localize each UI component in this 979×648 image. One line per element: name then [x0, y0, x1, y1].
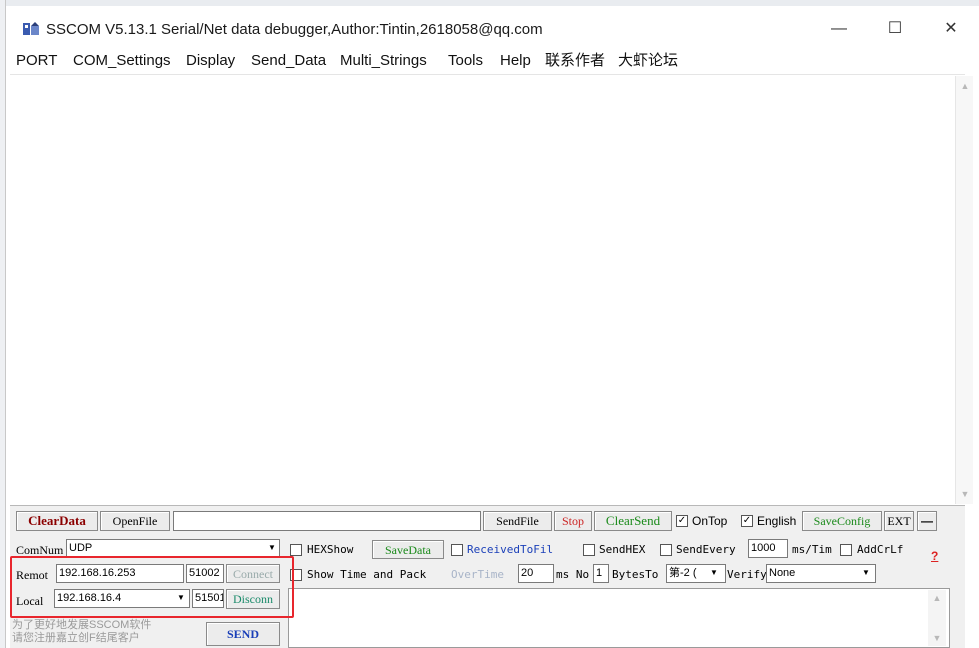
menu-display[interactable]: Display [186, 52, 235, 70]
send-every-input[interactable]: 1000 [748, 539, 788, 558]
send-every-checkbox[interactable] [660, 544, 672, 556]
scroll-down-icon[interactable]: ▼ [956, 486, 974, 502]
menu-send-data[interactable]: Send_Data [251, 52, 326, 70]
help-link[interactable]: ? [931, 548, 938, 564]
overtime-label: OverTime [451, 568, 504, 581]
english-checkbox[interactable]: ✓ [741, 515, 753, 527]
received-to-file-label: ReceivedToFil [467, 543, 554, 556]
menu-help[interactable]: Help [500, 52, 531, 70]
scroll-up-icon[interactable]: ▲ [956, 78, 974, 94]
menu-tools[interactable]: Tools [448, 52, 483, 70]
add-crlf-checkbox[interactable] [840, 544, 852, 556]
collapse-button[interactable]: — [917, 511, 937, 531]
ext-button[interactable]: EXT [884, 511, 914, 531]
send-scroll-up-icon[interactable]: ▲ [928, 590, 946, 606]
stop-button[interactable]: Stop [554, 511, 592, 531]
bytes-to-label: BytesTo [612, 568, 659, 581]
minimize-button[interactable]: — [824, 17, 854, 41]
maximize-button[interactable]: ☐ [880, 17, 910, 41]
send-hex-label: SendHEX [599, 543, 646, 556]
save-data-button[interactable]: SaveData [372, 540, 444, 559]
bytes-to-dropdown-icon[interactable]: ▼ [707, 565, 721, 581]
receive-text-area[interactable] [10, 74, 965, 506]
english-label: English [757, 514, 797, 528]
app-icon [23, 22, 39, 35]
send-hex-checkbox[interactable] [583, 544, 595, 556]
open-file-button[interactable]: OpenFile [100, 511, 170, 531]
send-file-button[interactable]: SendFile [483, 511, 552, 531]
comnum-dropdown-icon[interactable]: ▼ [265, 540, 279, 556]
add-crlf-label: AddCrLf [857, 543, 904, 556]
send-button[interactable]: SEND [206, 622, 280, 646]
window-title: SSCOM V5.13.1 Serial/Net data debugger,A… [46, 21, 543, 38]
on-top-label: OnTop [692, 514, 728, 528]
on-top-checkbox[interactable]: ✓ [676, 515, 688, 527]
clear-data-button[interactable]: ClearData [16, 511, 98, 531]
receive-scrollbar[interactable]: ▲ ▼ [955, 76, 973, 504]
verify-label: Verify [727, 568, 767, 581]
ms-tim-label: ms/Tim [792, 543, 832, 556]
send-scrollbar[interactable]: ▲ ▼ [928, 590, 946, 646]
received-to-file-checkbox[interactable] [451, 544, 463, 556]
background-window-edge [0, 0, 6, 648]
promo-line-2: 请您注册嘉立创F结尾客户 [12, 632, 140, 644]
menu-contact-author[interactable]: 联系作者 [545, 52, 605, 70]
send-scroll-down-icon[interactable]: ▼ [928, 630, 946, 646]
hex-show-label: HEXShow [307, 543, 354, 556]
send-text-area[interactable] [288, 588, 950, 648]
close-button[interactable]: ✕ [936, 17, 966, 41]
ms-no-label: ms No [556, 568, 590, 581]
menu-com-settings[interactable]: COM_Settings [73, 52, 171, 70]
verify-dropdown-icon[interactable]: ▼ [859, 565, 873, 581]
menu-forum[interactable]: 大虾论坛 [618, 52, 678, 70]
send-every-label: SendEvery [676, 543, 736, 556]
hex-show-checkbox[interactable] [290, 544, 302, 556]
save-config-button[interactable]: SaveConfig [802, 511, 882, 531]
file-path-field[interactable] [173, 511, 481, 531]
clear-send-button[interactable]: ClearSend [594, 511, 672, 531]
no-input[interactable]: 1 [593, 564, 609, 583]
show-time-label: Show Time and Pack [307, 568, 427, 581]
menu-port[interactable]: PORT [16, 52, 57, 70]
highlight-box [10, 556, 294, 618]
overtime-input[interactable]: 20 [518, 564, 554, 583]
menu-multi-strings[interactable]: Multi_Strings [340, 52, 427, 70]
promo-line-1: 为了更好地发展SSCOM软件 [12, 619, 152, 631]
